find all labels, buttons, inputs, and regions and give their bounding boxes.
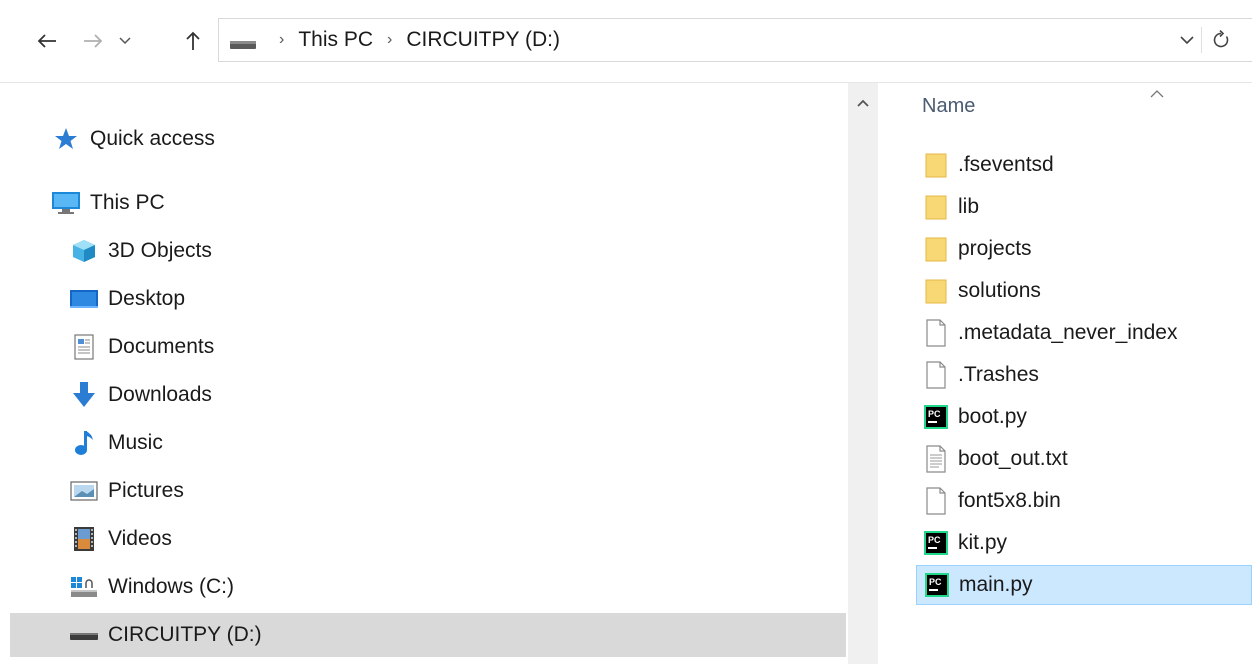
breadcrumb-circuitpy[interactable]: CIRCUITPY (D:): [404, 28, 562, 52]
nav-item-label: Music: [108, 431, 163, 454]
file-row[interactable]: projects: [916, 229, 1252, 269]
file-name: .metadata_never_index: [958, 321, 1178, 344]
pycharm-file-icon: PC: [922, 401, 950, 433]
address-bar: › This PC › CIRCUITPY (D:): [0, 0, 1252, 82]
file-icon: [922, 485, 950, 517]
file-name: font5x8.bin: [958, 489, 1061, 512]
music-icon: [68, 427, 100, 459]
file-name: boot.py: [958, 405, 1027, 428]
nav-item-label: Pictures: [108, 479, 184, 502]
svg-text:PC: PC: [928, 409, 941, 419]
file-row[interactable]: lib: [916, 187, 1252, 227]
file-row[interactable]: .Trashes: [916, 355, 1252, 395]
nav-item-label: 3D Objects: [108, 239, 212, 262]
svg-text:PC: PC: [929, 577, 942, 587]
pycharm-file-icon: PC: [922, 527, 950, 559]
back-button[interactable]: [30, 24, 64, 58]
nav-item-this-pc[interactable]: This PC: [50, 181, 846, 225]
pictures-icon: [68, 475, 100, 507]
breadcrumb: › This PC › CIRCUITPY (D:): [229, 19, 562, 61]
breadcrumb-separator: ›: [279, 31, 285, 48]
file-list-pane: Name .fseventsd lib projects solutions .meta…: [878, 83, 1252, 664]
drive-icon: [230, 41, 256, 49]
up-arrow-icon: [186, 31, 200, 50]
nav-item-label: Quick access: [90, 127, 215, 150]
desktop-icon: [68, 283, 100, 315]
windows-drive-icon: [68, 571, 100, 603]
folder-icon: [922, 149, 950, 181]
column-header-name[interactable]: Name: [922, 95, 975, 118]
folder-icon: [922, 191, 950, 223]
sort-ascending-icon: [1150, 85, 1164, 101]
folder-icon: [922, 233, 950, 265]
nav-item-music[interactable]: Music: [68, 421, 846, 465]
file-name: solutions: [958, 279, 1041, 302]
quick-access-star-icon: [50, 123, 82, 155]
navigation-pane: Quick access This PC 3D Objects Desktop …: [0, 83, 848, 664]
file-row[interactable]: .fseventsd: [916, 145, 1252, 185]
forward-arrow-icon: [84, 34, 103, 48]
nav-item-windows-c[interactable]: Windows (C:): [68, 565, 846, 609]
computer-icon: [50, 187, 82, 219]
nav-item-label: CIRCUITPY (D:): [108, 623, 262, 646]
nav-item-label: Documents: [108, 335, 215, 358]
file-name: lib: [958, 195, 980, 218]
file-name: kit.py: [958, 531, 1008, 554]
up-button[interactable]: [178, 24, 208, 58]
text-file-icon: [922, 443, 950, 475]
file-icon: [922, 359, 950, 391]
scroll-up-button[interactable]: [848, 89, 878, 117]
chevron-up-icon: [857, 99, 869, 107]
svg-text:PC: PC: [928, 535, 941, 545]
file-row[interactable]: boot_out.txt: [916, 439, 1252, 479]
nav-item-3d-objects[interactable]: 3D Objects: [68, 229, 846, 273]
pycharm-file-icon: PC: [923, 569, 951, 601]
breadcrumb-this-pc[interactable]: This PC: [296, 28, 375, 52]
usb-drive-icon: [68, 619, 100, 651]
file-name: .Trashes: [958, 363, 1039, 386]
folder-icon: [922, 275, 950, 307]
3d-objects-icon: [68, 235, 100, 267]
chevron-down-icon: [1180, 35, 1194, 44]
file-row[interactable]: font5x8.bin: [916, 481, 1252, 521]
nav-item-videos[interactable]: Videos: [68, 517, 846, 561]
downloads-icon: [68, 379, 100, 411]
file-name: boot_out.txt: [958, 447, 1068, 470]
nav-item-desktop[interactable]: Desktop: [68, 277, 846, 321]
nav-item-pictures[interactable]: Pictures: [68, 469, 846, 513]
nav-item-label: This PC: [90, 191, 165, 214]
back-arrow-icon: [37, 34, 56, 48]
nav-item-label: Downloads: [108, 383, 212, 406]
nav-item-label: Videos: [108, 527, 172, 550]
file-row[interactable]: .metadata_never_index: [916, 313, 1252, 353]
nav-item-circuitpy-d[interactable]: CIRCUITPY (D:): [10, 613, 846, 657]
navigation-scrollbar[interactable]: [848, 83, 878, 664]
file-row[interactable]: PC kit.py: [916, 523, 1252, 563]
file-icon: [922, 317, 950, 349]
file-name: .fseventsd: [958, 153, 1054, 176]
path-box[interactable]: › This PC › CIRCUITPY (D:): [218, 18, 1252, 62]
file-row[interactable]: PC boot.py: [916, 397, 1252, 437]
nav-item-label: Windows (C:): [108, 575, 235, 598]
file-name: projects: [958, 237, 1032, 260]
breadcrumb-separator: ›: [387, 31, 393, 48]
nav-item-label: Desktop: [108, 287, 186, 310]
file-name: main.py: [959, 573, 1033, 596]
videos-icon: [68, 523, 100, 555]
recent-locations-button[interactable]: [114, 24, 136, 58]
documents-icon: [68, 331, 100, 363]
nav-item-downloads[interactable]: Downloads: [68, 373, 846, 417]
refresh-button[interactable]: [1207, 19, 1235, 61]
chevron-down-icon: [119, 37, 131, 45]
nav-item-documents[interactable]: Documents: [68, 325, 846, 369]
refresh-icon: [1213, 30, 1229, 48]
address-history-button[interactable]: [1175, 19, 1199, 61]
file-row[interactable]: PC main.py: [916, 565, 1252, 605]
nav-item-quick-access[interactable]: Quick access: [50, 117, 846, 161]
address-divider: [1201, 27, 1202, 53]
file-row[interactable]: solutions: [916, 271, 1252, 311]
forward-button[interactable]: [76, 24, 110, 58]
